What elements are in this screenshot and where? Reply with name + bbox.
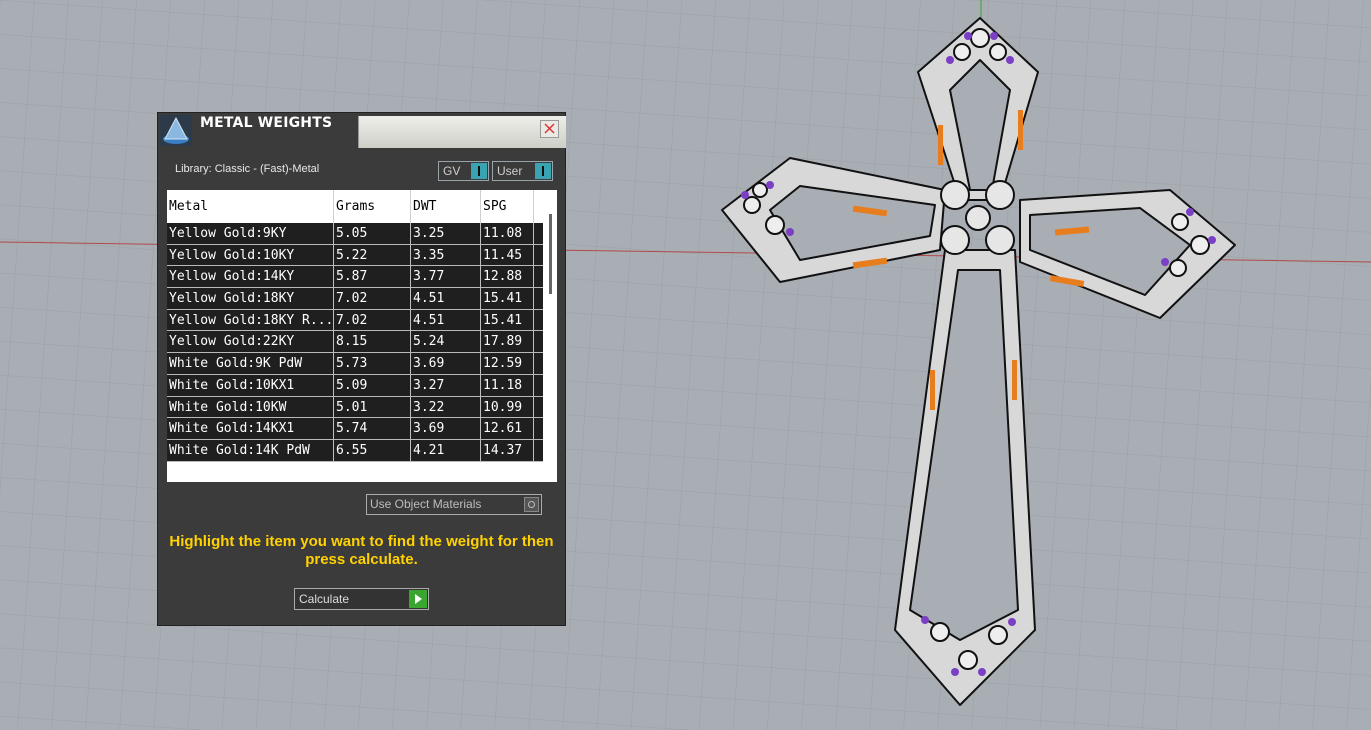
cell-grams: 8.15 [334,331,411,353]
table-body: Yellow Gold:9KY 5.05 3.25 11.08 Yellow Gold… [167,223,543,462]
app-logo-icon [160,115,192,146]
cell-metal: White Gold:9K PdW [167,353,334,375]
cell-dwt: 3.22 [411,396,481,418]
cell-spg: 12.61 [481,418,534,440]
cell-grams: 5.05 [334,223,411,244]
metal-weights-dialog[interactable]: METAL WEIGHTS Library: Classic - (Fast)-… [158,113,566,625]
column-header-spg[interactable]: SPG [481,190,534,223]
cell-spg: 12.59 [481,353,534,375]
cell-spg: 14.37 [481,439,534,461]
table-row[interactable]: White Gold:10KX1 5.09 3.27 11.18 [167,374,543,397]
cell-dwt: 3.69 [411,418,481,440]
table-row[interactable]: White Gold:9K PdW 5.73 3.69 12.59 [167,353,543,375]
toggle-user-label: User [497,164,523,178]
cell-grams: 5.87 [334,266,411,288]
cell-dwt: 3.25 [411,223,481,244]
column-header-metal[interactable]: Metal [167,190,334,223]
cell-dwt: 3.35 [411,244,481,266]
toggle-switch-icon [535,163,551,179]
table-row[interactable]: White Gold:14KX1 5.74 3.69 12.61 [167,418,543,440]
cell-grams: 5.09 [334,374,411,396]
cell-grams: 7.02 [334,309,411,331]
cell-spg: 15.41 [481,309,534,331]
table-header: Metal Grams DWT SPG [167,190,543,223]
column-header-grams[interactable]: Grams [334,190,411,223]
table-row[interactable]: White Gold:10KW 5.01 3.22 10.99 [167,396,543,419]
cell-metal: White Gold:14K PdW [167,439,334,461]
cell-spg: 12.88 [481,266,534,288]
toggle-gv[interactable]: GV [438,161,489,181]
dialog-titlebar[interactable]: METAL WEIGHTS [158,113,566,148]
table-row[interactable]: White Gold:14K PdW 6.55 4.21 14.37 [167,439,543,462]
toggle-switch-icon [471,163,487,179]
cell-grams: 5.22 [334,244,411,266]
cell-spg: 11.45 [481,244,534,266]
cell-grams: 5.01 [334,396,411,418]
cell-grams: 7.02 [334,288,411,310]
cell-metal: Yellow Gold:14KY [167,266,334,288]
cell-spg: 11.08 [481,223,534,244]
cell-metal: White Gold:10KW [167,396,334,418]
vertical-scrollbar[interactable] [544,210,557,472]
cell-metal: Yellow Gold:9KY [167,223,334,244]
close-button[interactable] [540,120,559,138]
play-icon [409,590,427,608]
cell-dwt: 3.27 [411,374,481,396]
toggle-gv-label: GV [443,164,461,178]
cell-metal: Yellow Gold:18KY R... [167,309,334,331]
cell-metal: Yellow Gold:18KY [167,288,334,310]
cell-metal: Yellow Gold:22KY [167,331,334,353]
cell-grams: 6.55 [334,439,411,461]
metal-table[interactable]: Metal Grams DWT SPG Yellow Gold:9KY 5.05 3… [167,190,557,482]
use-object-materials-toggle[interactable]: Use Object Materials [366,494,542,515]
column-header-dwt[interactable]: DWT [411,190,481,223]
table-row[interactable]: Yellow Gold:22KY 8.15 5.24 17.89 [167,331,543,354]
cell-grams: 5.74 [334,418,411,440]
table-row[interactable]: Yellow Gold:9KY 5.05 3.25 11.08 [167,223,543,245]
cell-dwt: 4.51 [411,288,481,310]
use-object-materials-label: Use Object Materials [370,497,482,511]
cell-dwt: 5.24 [411,331,481,353]
cell-metal: White Gold:14KX1 [167,418,334,440]
library-label: Library: Classic - (Fast)-Metal [175,163,320,175]
cell-metal: Yellow Gold:10KY [167,244,334,266]
cell-dwt: 4.51 [411,309,481,331]
cell-dwt: 3.69 [411,353,481,375]
cell-dwt: 4.21 [411,439,481,461]
close-icon [544,123,555,134]
cell-spg: 17.89 [481,331,534,353]
table-row[interactable]: Yellow Gold:10KY 5.22 3.35 11.45 [167,244,543,267]
cell-spg: 15.41 [481,288,534,310]
calculate-label: Calculate [299,592,350,606]
radio-indicator-icon [524,497,539,512]
toggle-user[interactable]: User [492,161,553,181]
instructions-text: Highlight the item you want to find the … [169,533,554,568]
vertical-scroll-thumb[interactable] [549,214,552,294]
cell-grams: 5.73 [334,353,411,375]
cell-dwt: 3.77 [411,266,481,288]
calculate-button[interactable]: Calculate [294,588,429,610]
cell-spg: 10.99 [481,396,534,418]
table-row[interactable]: Yellow Gold:18KY R... 7.02 4.51 15.41 [167,309,543,332]
cell-metal: White Gold:10KX1 [167,374,334,396]
titlebar-fill [358,116,566,148]
dialog-title: METAL WEIGHTS [200,115,333,131]
cell-spg: 11.18 [481,374,534,396]
table-row[interactable]: Yellow Gold:18KY 7.02 4.51 15.41 [167,288,543,310]
table-row[interactable]: Yellow Gold:14KY 5.87 3.77 12.88 [167,266,543,289]
